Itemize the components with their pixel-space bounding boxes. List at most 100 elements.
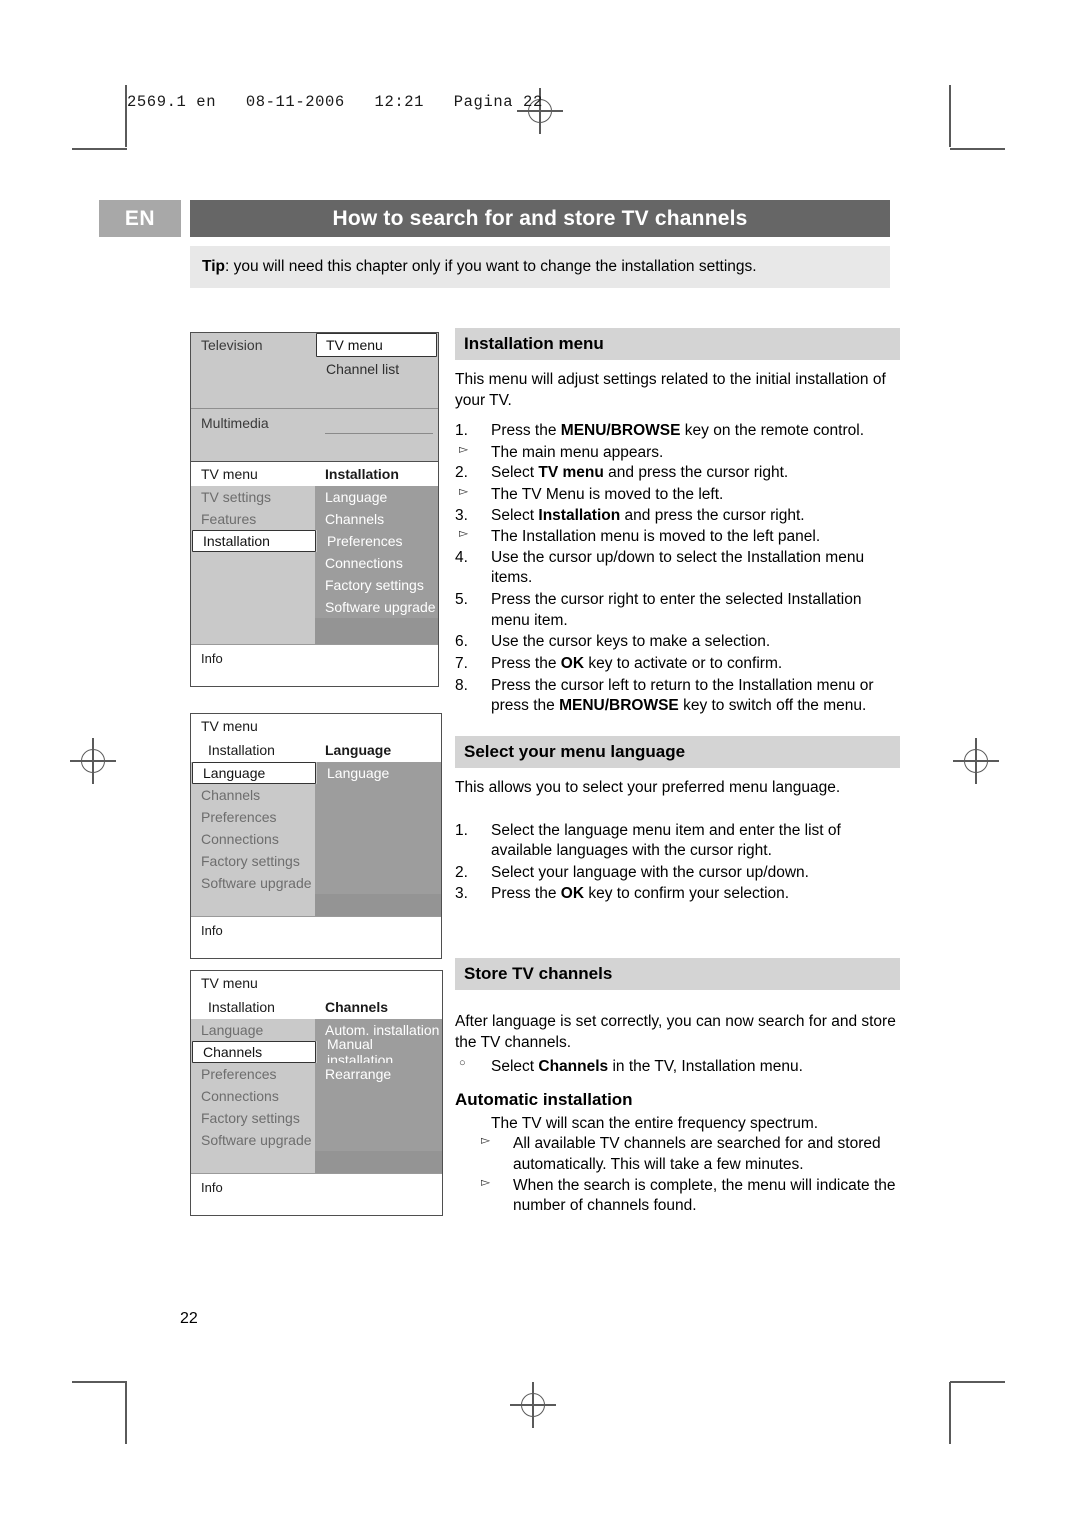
menu-item-software-upgrade[interactable]: Software upgrade (315, 596, 438, 618)
main-menu-multimedia-item[interactable]: Multimedia (191, 409, 315, 453)
step-number: 4. (455, 548, 468, 566)
step-text-post: and press the cursor right. (620, 506, 805, 524)
menu-item-preferences[interactable]: Preferences (191, 1063, 315, 1085)
step-number: 5. (455, 591, 468, 609)
crop-mark-top-right-horizontal (950, 148, 1005, 150)
bullet-keyword: Channels (538, 1058, 609, 1076)
step-text-post: key to confirm your selection. (584, 885, 790, 903)
section-select-menu-language: Select your menu language This allows yo… (455, 736, 900, 906)
installation-menu-header: TV menu Installation (191, 462, 438, 486)
step-item: 4. Use the cursor up/down to select the I… (455, 548, 900, 589)
print-slug-line: 2569.1 en 08-11-2006 12:21 Pagina 22 (127, 93, 543, 111)
step-number: 1. (455, 422, 468, 440)
step-text-post: key to switch off the menu. (678, 697, 867, 715)
menu-item-factory-settings[interactable]: Factory settings (191, 1107, 315, 1129)
bullet-text-post: in the TV, Installation menu. (608, 1058, 803, 1076)
language-menu-row-5: Factory settings (191, 850, 441, 872)
language-menu-header: Installation Language (191, 738, 441, 762)
crop-mark-top-left-horizontal (72, 148, 127, 150)
main-menu-channel-list-item[interactable]: Channel list (315, 357, 438, 391)
menu-item-channels[interactable]: Channels (191, 784, 315, 806)
step-text-pre: Select the language menu item and enter … (491, 821, 841, 860)
step-text-post: and press the cursor right. (603, 464, 789, 482)
menu-item-manual-installation[interactable]: Manual installation (317, 1036, 442, 1068)
menu-item-connections[interactable]: Connections (191, 1085, 315, 1107)
step-keyword: OK (560, 654, 585, 672)
step-number: 7. (455, 654, 468, 672)
menu-item-language-selected[interactable]: Language (192, 762, 316, 784)
automatic-installation-intro: The TV will scan the entire frequency sp… (491, 1114, 819, 1132)
menu-item-features[interactable]: Features (191, 508, 315, 530)
step-item: 6. Use the cursor keys to make a selectio… (455, 632, 900, 653)
menu-item-installation-selected[interactable]: Installation (192, 530, 316, 552)
step-number: 2. (455, 464, 468, 482)
step-text-pre: Press the (491, 885, 561, 903)
channels-menu-header-top: TV menu (191, 971, 442, 995)
step-item: 7. Press the OK key to activate or to con… (455, 654, 900, 675)
menu-empty-cell (191, 618, 315, 644)
section-heading: Store TV channels (455, 958, 900, 990)
store-channels-bullet: ○ Select Channels in the TV, Installation… (455, 1057, 900, 1078)
language-menu-row-2: Channels (191, 784, 441, 806)
language-menu-row-7 (191, 894, 441, 916)
menu-empty-cell (315, 1085, 442, 1107)
main-menu-tv-menu-item[interactable]: TV menu (316, 333, 437, 357)
menu-item-rearrange[interactable]: Rearrange (315, 1063, 442, 1085)
language-menu-info-bar: Info (191, 916, 441, 958)
channels-menu-row-4: Connections (191, 1085, 442, 1107)
section-installation-menu: Installation menu This menu will adjust … (455, 328, 900, 718)
channels-menu-header-left: Installation (208, 999, 275, 1015)
bullet-text: When the search is complete, the menu wi… (513, 1176, 896, 1215)
menu-item-language[interactable]: Language (315, 486, 438, 508)
step-text-pre: Press the (491, 654, 561, 672)
language-menu-row-1: Language Language (191, 762, 441, 784)
section-intro: This menu will adjust settings related t… (455, 371, 886, 409)
menu-item-connections[interactable]: Connections (191, 828, 315, 850)
menu-item-connections[interactable]: Connections (315, 552, 438, 574)
menu-item-preferences[interactable]: Preferences (317, 530, 438, 552)
section-intro: After language is set correctly, you can… (455, 1013, 896, 1051)
channels-menu-row-2: Channels Manual installation (191, 1036, 442, 1068)
menu-item-preferences[interactable]: Preferences (191, 806, 315, 828)
step-text-pre: Press the (491, 422, 561, 440)
menu-item-tv-settings[interactable]: TV settings (191, 486, 315, 508)
step-sub-note: ▻ The TV Menu is moved to the left. (455, 484, 900, 506)
tv-mock-language-menu: TV menu Installation Language Language L… (190, 713, 442, 959)
step-keyword: Installation (538, 506, 621, 524)
language-menu-row-6: Software upgrade (191, 872, 441, 894)
channels-menu-row-5: Factory settings (191, 1107, 442, 1129)
menu-item-factory-settings[interactable]: Factory settings (315, 574, 438, 596)
menu-empty-cell (315, 1129, 442, 1151)
registration-mark-right (953, 738, 999, 784)
menu-item-channels-selected[interactable]: Channels (192, 1041, 316, 1063)
installation-menu-info-bar: Info (191, 644, 438, 686)
menu-empty-cell (315, 828, 441, 850)
language-menu-header-left: Installation (208, 742, 275, 758)
installation-menu-row-4: Connections (191, 552, 438, 574)
automatic-installation-bullet: ▻ When the search is complete, the menu w… (455, 1175, 900, 1217)
step-item: 1. Press the MENU/BROWSE key on the remot… (455, 421, 900, 442)
step-sub-text: The main menu appears. (491, 443, 664, 461)
step-sub-text: The TV Menu is moved to the left. (491, 486, 724, 504)
menu-item-language-value[interactable]: Language (317, 762, 441, 784)
step-text-post: key to activate or to confirm. (584, 654, 783, 672)
menu-empty-cell (191, 1151, 315, 1173)
main-menu-spacer-row (191, 391, 438, 409)
section-intro: This allows you to select your preferred… (455, 779, 841, 796)
step-number: 3. (455, 885, 468, 903)
step-item: 1. Select the language menu item and ente… (455, 821, 900, 862)
bullet-text-pre: Select (491, 1058, 539, 1076)
step-sub-text: The Installation menu is moved to the le… (491, 528, 821, 546)
menu-empty-cell (191, 552, 315, 574)
step-keyword: TV menu (538, 464, 604, 482)
step-text-pre: Select (491, 464, 539, 482)
menu-item-language[interactable]: Language (191, 1019, 315, 1041)
step-keyword: OK (560, 885, 585, 903)
tv-mock-installation-menu: TV menu Installation TV settings Languag… (190, 461, 439, 687)
installation-menu-header-left: TV menu (201, 466, 258, 482)
step-text-pre: Select (491, 506, 539, 524)
menu-item-software-upgrade[interactable]: Software upgrade (191, 1129, 315, 1151)
menu-item-software-upgrade[interactable]: Software upgrade (191, 872, 315, 894)
menu-item-channels[interactable]: Channels (315, 508, 438, 530)
menu-item-factory-settings[interactable]: Factory settings (191, 850, 315, 872)
